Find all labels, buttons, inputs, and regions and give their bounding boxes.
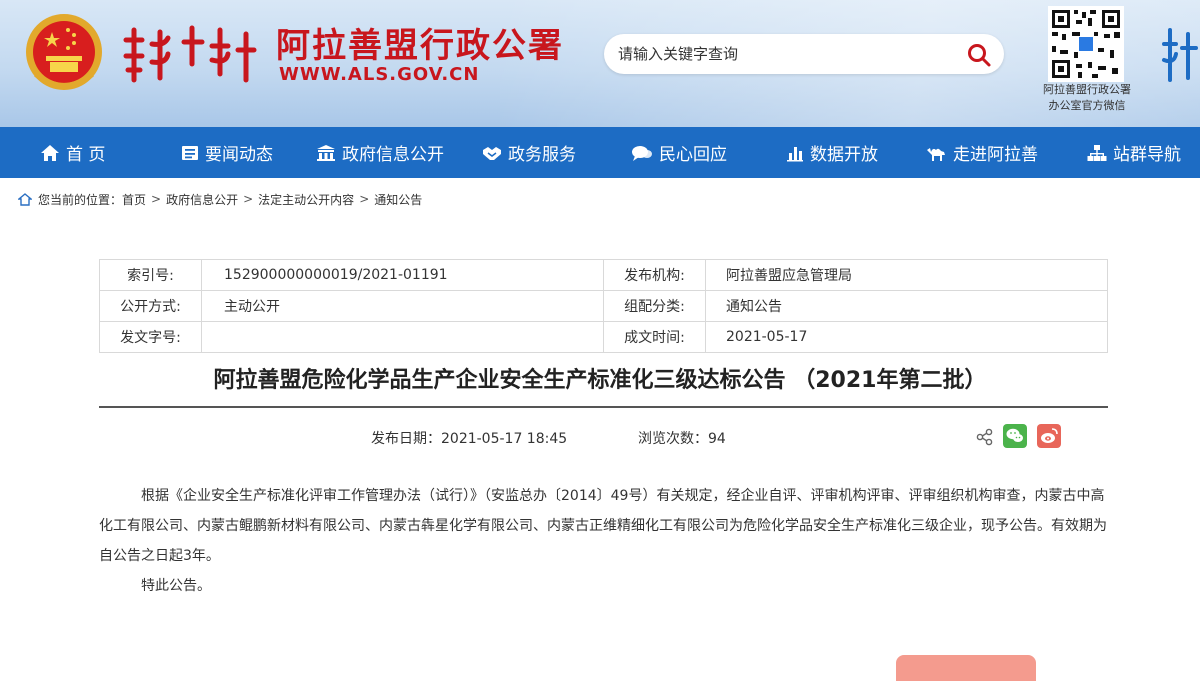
nav-item-label: 首 页 (66, 145, 106, 165)
article-paragraph: 根据《企业安全生产标准化评审工作管理办法（试行）》（安监总办〔2014〕49号）… (99, 488, 1107, 564)
share-icon[interactable] (976, 428, 994, 446)
nav-item-sitemap[interactable]: 站群导航 (1087, 127, 1181, 178)
nav-item-news[interactable]: 要闻动态 (181, 127, 273, 178)
national-emblem-icon (26, 14, 102, 90)
nav-item-label: 数据开放 (810, 145, 878, 165)
nav-item-services[interactable]: 政务服务 (482, 127, 576, 178)
date-label: 成文时间: (603, 321, 706, 353)
category-label: 组配分类: (603, 290, 706, 322)
breadcrumb-separator: > (359, 192, 370, 206)
nav-item-label: 站群导航 (1113, 145, 1181, 165)
document-meta-table: 索引号: 152900000000019/2021-01191 发布机构: 阿拉… (99, 259, 1108, 353)
chat-icon (632, 145, 652, 161)
date-value: 2021-05-17 (705, 321, 1108, 353)
breadcrumb: 您当前的位置： 首页 > 政府信息公开 > 法定主动公开内容 > 通知公告 (18, 190, 422, 208)
breadcrumb-item-home[interactable]: 首页 (122, 191, 146, 208)
article-title: 阿拉善盟危险化学品生产企业安全生产标准化三级达标公告 （2021年第二批） (213, 368, 987, 393)
nav-item-open-data[interactable]: 数据开放 (786, 127, 878, 178)
publish-date: 发布日期：2021-05-17 18:45 (371, 431, 568, 447)
mongolian-script-side-icon (1162, 28, 1198, 82)
nav-item-response[interactable]: 民心回应 (631, 127, 727, 178)
title-divider (99, 406, 1108, 408)
bar-chart-icon (787, 146, 803, 161)
watermark-logo (896, 655, 1036, 681)
disclosure-value: 主动公开 (201, 290, 604, 322)
building-icon (317, 144, 335, 161)
breadcrumb-item-gov-info[interactable]: 政府信息公开 (166, 191, 238, 208)
nav-item-alxa[interactable]: 走进阿拉善 (925, 127, 1038, 178)
disclosure-label: 公开方式: (99, 290, 202, 322)
table-row: 索引号: 152900000000019/2021-01191 发布机构: 阿拉… (99, 259, 1108, 291)
index-value: 152900000000019/2021-01191 (201, 259, 604, 291)
site-title: 阿拉善盟行政公署 (276, 26, 564, 66)
qr-caption: 阿拉善盟行政公署 办公室官方微信 (1030, 82, 1144, 114)
breadcrumb-separator: > (151, 192, 162, 206)
main-nav: 首 页 要闻动态 政府信息公开 政务服务 民心回应 数据开放 走进阿拉善 站群导… (0, 127, 1200, 178)
category-value: 通知公告 (705, 290, 1108, 322)
wechat-share-button[interactable] (1003, 424, 1027, 448)
view-count: 浏览次数：94 (638, 431, 726, 447)
location-home-icon (18, 192, 32, 206)
weibo-icon (1041, 428, 1058, 443)
breadcrumb-item-notices[interactable]: 通知公告 (374, 191, 422, 208)
publisher-label: 发布机构: (603, 259, 706, 291)
table-row: 发文字号: 成文时间: 2021-05-17 (99, 321, 1108, 353)
nav-item-label: 政府信息公开 (342, 145, 444, 165)
table-row: 公开方式: 主动公开 组配分类: 通知公告 (99, 290, 1108, 322)
sitemap-icon (1087, 144, 1107, 161)
nav-item-label: 要闻动态 (205, 145, 273, 165)
nav-item-label: 走进阿拉善 (953, 145, 1038, 165)
nav-item-label: 政务服务 (508, 145, 576, 165)
site-url: WWW.ALS.GOV.CN (279, 64, 480, 85)
site-header: 阿拉善盟行政公署 WWW.ALS.GOV.CN 阿拉善盟行政公署 办公室官方微信 (0, 0, 1200, 127)
weibo-share-button[interactable] (1037, 424, 1061, 448)
breadcrumb-separator: > (243, 192, 254, 206)
search-icon[interactable] (966, 42, 992, 68)
home-icon (41, 144, 59, 161)
wechat-icon (1006, 428, 1023, 442)
qr-caption-line1: 阿拉善盟行政公署 (1043, 83, 1131, 96)
handshake-icon (483, 146, 501, 160)
doc-no-label: 发文字号: (99, 321, 202, 353)
mongolian-script-logo-icon (123, 25, 257, 83)
search-bar (604, 34, 1004, 74)
search-input[interactable] (618, 34, 948, 74)
breadcrumb-prefix: 您当前的位置： (38, 192, 123, 207)
index-label: 索引号: (99, 259, 202, 291)
nav-item-gov-info[interactable]: 政府信息公开 (316, 127, 444, 178)
article-body: 根据《企业安全生产标准化评审工作管理办法（试行）》（安监总办〔2014〕49号）… (99, 481, 1108, 601)
nav-item-home[interactable]: 首 页 (40, 127, 105, 178)
news-icon (182, 145, 198, 160)
camel-icon (927, 147, 945, 161)
article-paragraph: 特此公告。 (141, 578, 211, 594)
nav-item-label: 民心回应 (659, 145, 727, 165)
publisher-value: 阿拉善盟应急管理局 (705, 259, 1108, 291)
doc-no-value (201, 321, 604, 353)
qr-caption-line2: 办公室官方微信 (1048, 99, 1126, 112)
breadcrumb-item-statutory[interactable]: 法定主动公开内容 (258, 191, 354, 208)
qr-code-icon (1048, 6, 1124, 82)
